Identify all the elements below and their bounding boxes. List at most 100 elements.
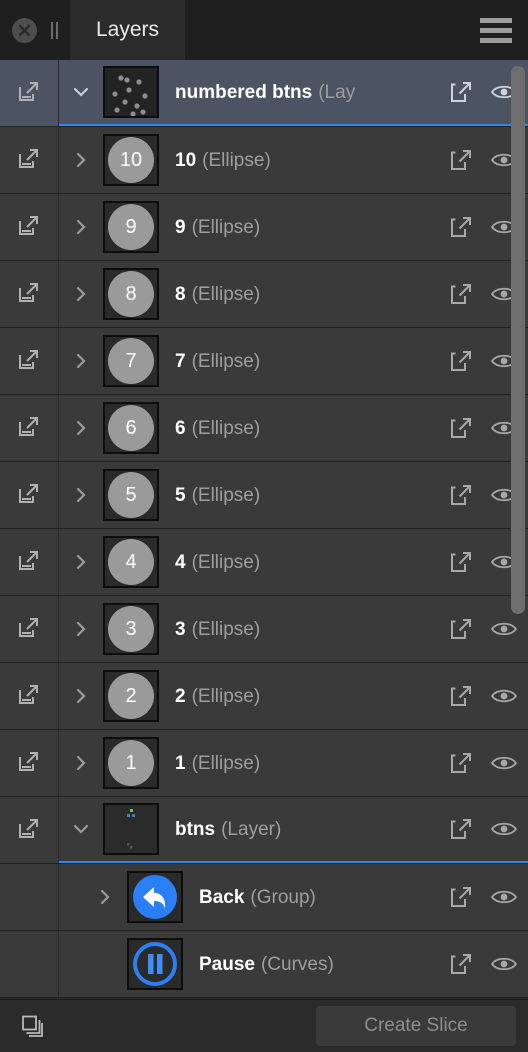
export-external-icon[interactable] [446,681,476,711]
chevron-down-icon[interactable] [59,81,103,103]
table-row[interactable]: 4 4 (Ellipse) [0,529,528,596]
row-export-icon[interactable] [0,462,59,528]
layer-name: 2 [175,686,186,706]
table-row[interactable]: btns (Layer) [0,797,528,864]
row-export-icon[interactable] [0,596,59,662]
export-external-icon[interactable] [446,480,476,510]
row-content: 8 8 (Ellipse) [59,261,528,327]
row-export-icon[interactable] [0,60,59,126]
export-external-icon[interactable] [446,614,476,644]
eye-visibility-icon[interactable] [490,619,518,639]
layer-thumbnail[interactable]: 7 [103,335,159,387]
chevron-right-icon[interactable] [59,417,103,439]
title-bar: Layers [0,0,528,60]
export-external-icon[interactable] [446,77,476,107]
layer-thumbnail[interactable]: 4 [103,536,159,588]
table-row[interactable]: numbered btns (Lay [0,60,528,127]
create-slice-button[interactable]: Create Slice [316,1006,516,1046]
chevron-right-icon[interactable] [59,618,103,640]
layer-thumbnail[interactable]: 2 [103,670,159,722]
table-row[interactable]: 8 8 (Ellipse) [0,261,528,328]
export-external-icon[interactable] [446,145,476,175]
chevron-right-icon[interactable] [59,484,103,506]
export-external-icon[interactable] [446,814,476,844]
table-row[interactable]: 5 5 (Ellipse) [0,462,528,529]
export-external-icon[interactable] [446,547,476,577]
chevron-right-icon[interactable] [59,685,103,707]
row-export-icon[interactable] [0,529,59,595]
layer-thumbnail[interactable]: 8 [103,268,159,320]
layer-thumbnail[interactable]: 1 [103,737,159,789]
table-row[interactable]: 7 7 (Ellipse) [0,328,528,395]
layer-thumbnail[interactable] [103,803,159,855]
row-actions [436,194,518,260]
eye-visibility-icon[interactable] [490,887,518,907]
layer-thumbnail[interactable]: 9 [103,201,159,253]
layer-type: (Ellipse) [191,753,261,773]
tab-layers[interactable]: Layers [70,0,186,60]
chevron-right-icon[interactable] [59,149,103,171]
chevron-right-icon[interactable] [59,283,103,305]
row-export-icon[interactable] [0,194,59,260]
close-circle-icon[interactable] [12,17,37,43]
chevron-right-icon[interactable] [59,216,103,238]
vertical-scrollbar[interactable] [511,66,525,614]
row-export-icon[interactable] [0,395,59,461]
hamburger-menu-icon[interactable] [480,0,528,60]
table-row[interactable]: 2 2 (Ellipse) [0,663,528,730]
row-export-icon[interactable] [0,730,59,796]
row-actions [436,60,518,124]
row-export-icon[interactable] [0,261,59,327]
layer-label: 8 (Ellipse) [175,285,260,304]
table-row[interactable]: 10 10 (Ellipse) [0,127,528,194]
eye-visibility-icon[interactable] [490,686,518,706]
export-external-icon[interactable] [446,212,476,242]
layers-list: numbered btns (Lay 10 10 (Ellipse) 9 9 (Ellipse… [0,60,528,999]
layer-label: 1 (Ellipse) [175,754,260,773]
table-row[interactable]: 9 9 (Ellipse) [0,194,528,261]
layer-thumbnail[interactable] [127,871,183,923]
row-export-icon[interactable] [0,127,59,193]
row-actions [436,328,518,394]
layer-thumbnail[interactable]: 5 [103,469,159,521]
row-export-icon[interactable] [0,663,59,729]
table-row[interactable]: 6 6 (Ellipse) [0,395,528,462]
row-actions [436,864,518,930]
export-external-icon[interactable] [446,949,476,979]
chevron-right-icon[interactable] [59,752,103,774]
row-export-icon[interactable] [0,797,59,863]
eye-visibility-icon[interactable] [490,954,518,974]
table-row[interactable]: Back (Group) [0,864,528,931]
table-row[interactable]: 1 1 (Ellipse) [0,730,528,797]
layer-type: (Ellipse) [191,217,261,237]
layer-thumbnail[interactable]: 3 [103,603,159,655]
export-external-icon[interactable] [446,413,476,443]
layer-thumbnail[interactable]: 6 [103,402,159,454]
layer-thumbnail[interactable] [103,66,159,118]
export-external-icon[interactable] [446,748,476,778]
chevron-right-icon[interactable] [59,551,103,573]
layer-thumbnail[interactable] [127,938,183,990]
layer-name: 9 [175,217,186,237]
thumbnail-number: 3 [108,606,154,652]
chevron-down-icon[interactable] [59,818,103,840]
row-actions [436,529,518,595]
duplicate-layers-icon[interactable] [12,1013,52,1039]
export-external-icon[interactable] [446,279,476,309]
row-export-icon[interactable] [0,328,59,394]
row-content: 2 2 (Ellipse) [59,663,528,729]
layer-thumbnail[interactable]: 10 [103,134,159,186]
export-external-icon[interactable] [446,346,476,376]
row-content: 5 5 (Ellipse) [59,462,528,528]
eye-visibility-icon[interactable] [490,819,518,839]
table-row[interactable]: Pause (Curves) [0,931,528,998]
chevron-right-icon[interactable] [83,886,127,908]
eye-visibility-icon[interactable] [490,753,518,773]
chevron-right-icon[interactable] [59,350,103,372]
layer-type: (Ellipse) [202,150,271,170]
table-row[interactable]: 3 3 (Ellipse) [0,596,528,663]
pause-bars-icon[interactable] [51,21,58,39]
layer-type: (Ellipse) [191,284,261,304]
layer-label: Pause (Curves) [199,955,334,974]
export-external-icon[interactable] [446,882,476,912]
